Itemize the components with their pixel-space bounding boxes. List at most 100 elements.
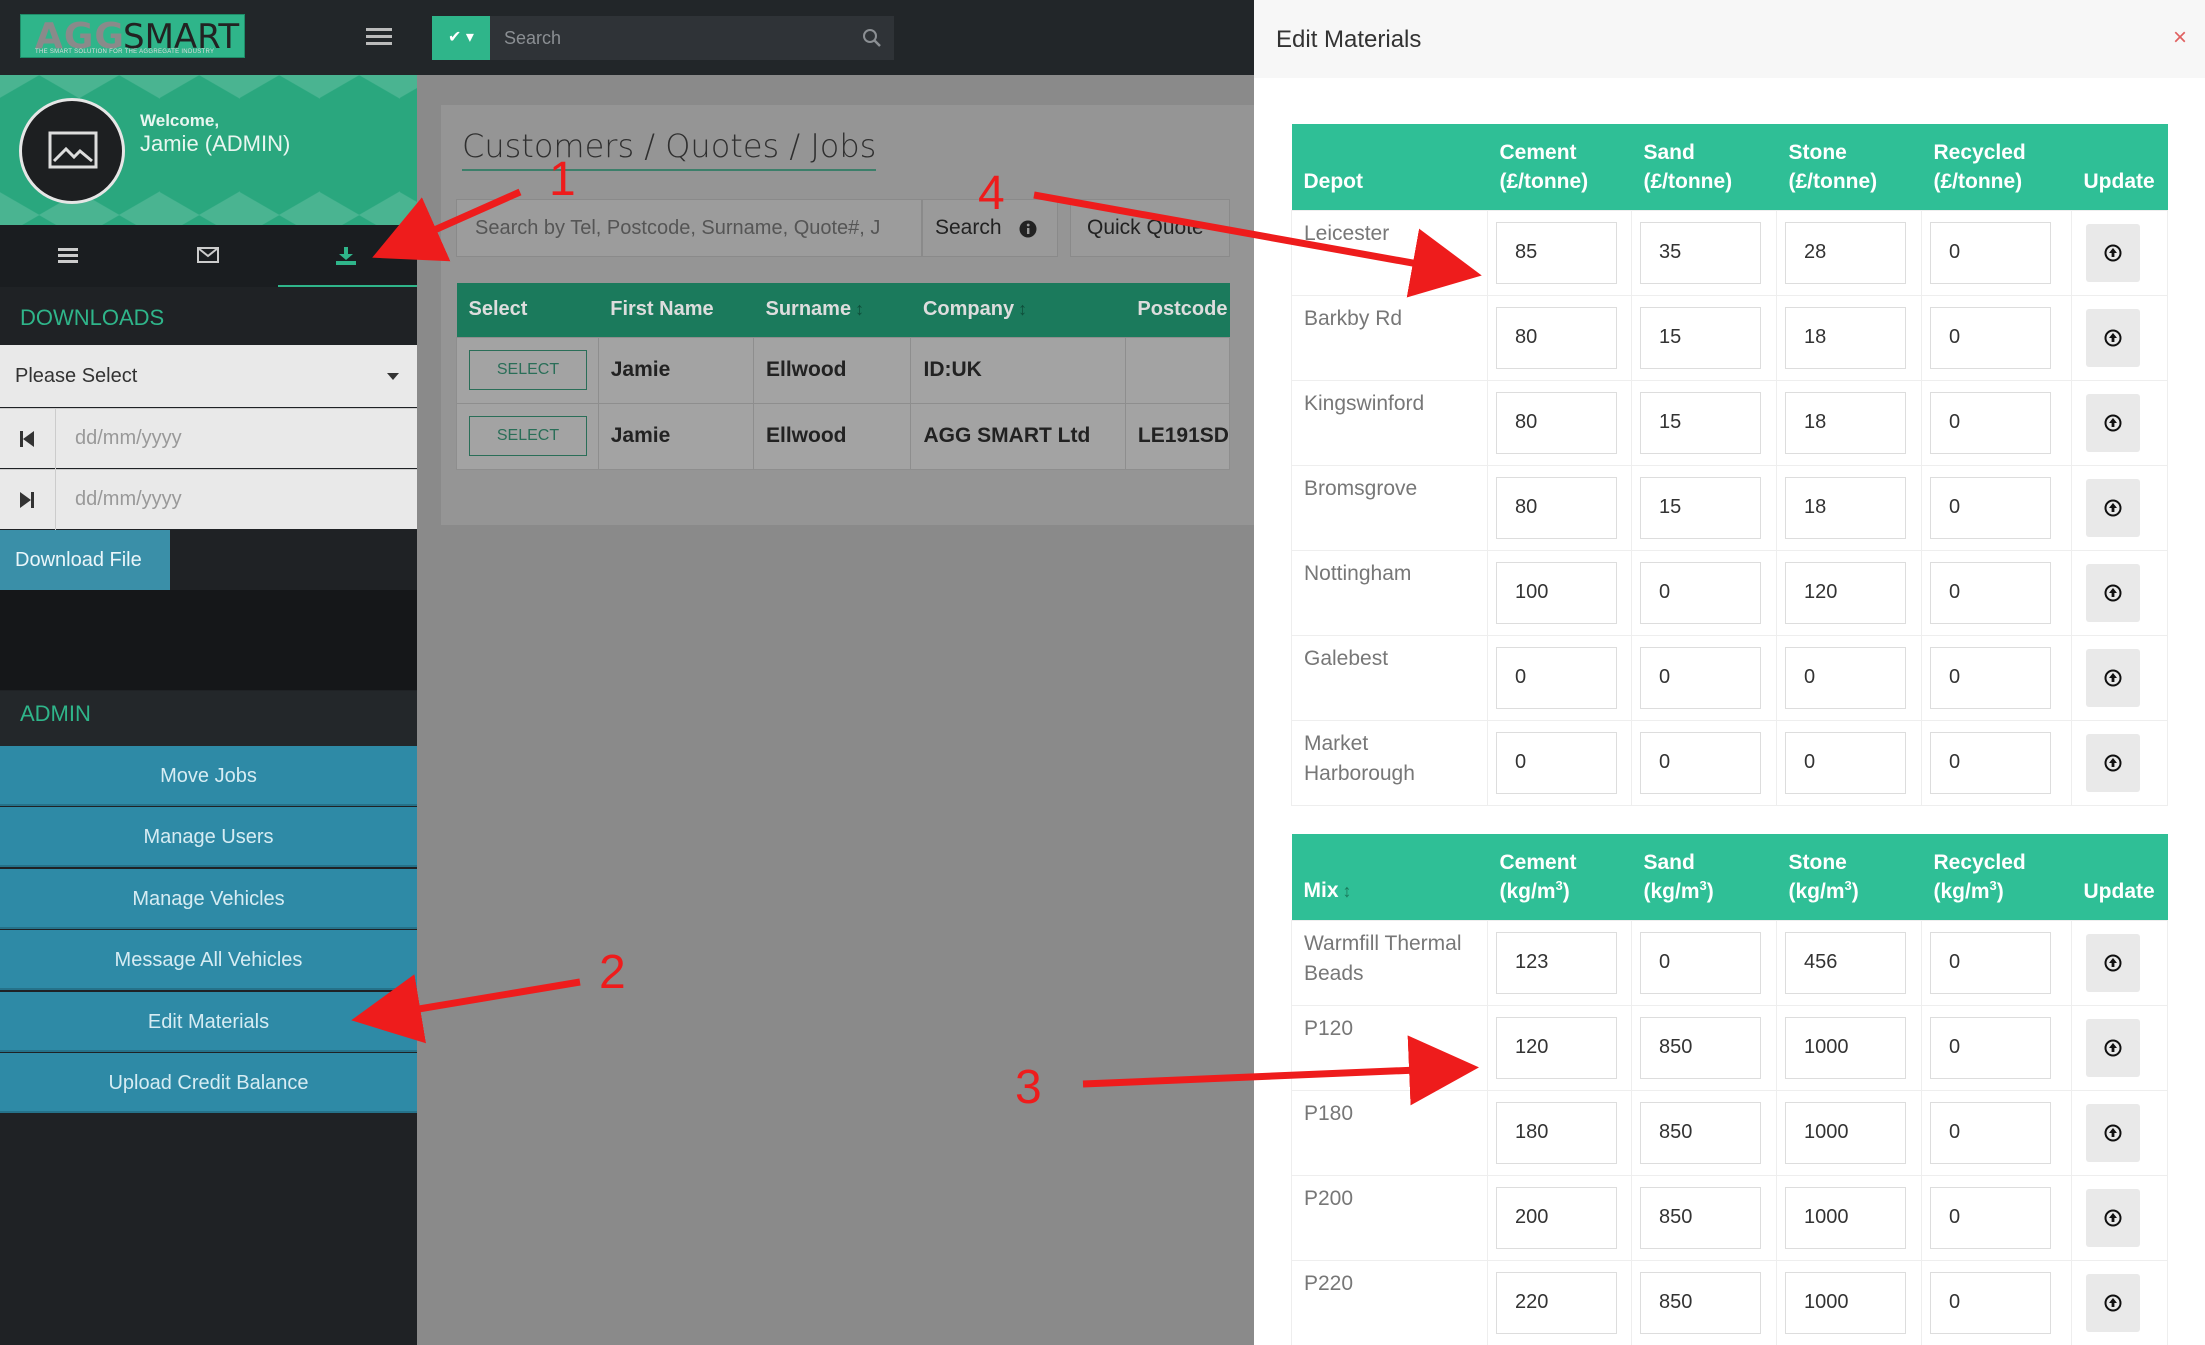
date-to-row: [0, 469, 417, 530]
recycled-input[interactable]: [1930, 731, 2051, 794]
stone-input[interactable]: [1785, 221, 1906, 284]
update-button[interactable]: [2086, 648, 2140, 707]
recycled-input[interactable]: [1930, 1101, 2051, 1164]
date-from-input[interactable]: [57, 409, 417, 467]
recycled-input[interactable]: [1930, 1186, 2051, 1249]
table-row[interactable]: SELECT Jamie Ellwood ID:UK: [456, 336, 1231, 404]
stone-input[interactable]: [1785, 1186, 1906, 1249]
sand-input[interactable]: [1640, 931, 1761, 994]
recycled-input[interactable]: [1930, 561, 2051, 624]
update-button[interactable]: [2086, 933, 2140, 992]
col-mix[interactable]: Mix ↕: [1291, 834, 1488, 920]
cement-input[interactable]: [1496, 306, 1617, 369]
sand-input[interactable]: [1640, 306, 1761, 369]
recycled-input[interactable]: [1930, 306, 2051, 369]
update-button[interactable]: [2086, 733, 2140, 792]
manage-vehicles-button[interactable]: Manage Vehicles: [0, 869, 417, 929]
cement-input[interactable]: [1496, 1016, 1617, 1079]
cell-company: ID:UK: [910, 336, 1126, 404]
sand-input[interactable]: [1640, 391, 1761, 454]
cement-input[interactable]: [1496, 476, 1617, 539]
sand-input[interactable]: [1640, 646, 1761, 709]
customer-search-input[interactable]: [456, 199, 922, 257]
stone-input[interactable]: [1785, 1271, 1906, 1334]
update-button[interactable]: [2086, 223, 2140, 282]
edit-materials-button[interactable]: Edit Materials: [0, 992, 417, 1052]
tab-menu[interactable]: [0, 225, 139, 287]
stone-input[interactable]: [1785, 306, 1906, 369]
col-company[interactable]: Company ↕: [910, 283, 1126, 337]
update-button[interactable]: [2086, 478, 2140, 537]
recycled-input[interactable]: [1930, 221, 2051, 284]
sand-input[interactable]: [1640, 1016, 1761, 1079]
download-type-select[interactable]: Please Select: [0, 345, 417, 407]
sand-input[interactable]: [1640, 1101, 1761, 1164]
menu-icon: [58, 248, 78, 263]
col-first-name[interactable]: First Name: [598, 283, 754, 337]
select-button[interactable]: SELECT: [469, 416, 587, 456]
cement-input[interactable]: [1496, 1271, 1617, 1334]
cement-input[interactable]: [1496, 931, 1617, 994]
update-button[interactable]: [2086, 1018, 2140, 1077]
update-button[interactable]: [2086, 393, 2140, 452]
sand-input[interactable]: [1640, 1186, 1761, 1249]
cement-input[interactable]: [1496, 391, 1617, 454]
global-search-input[interactable]: [490, 16, 894, 60]
sand-input[interactable]: [1640, 561, 1761, 624]
stone-input[interactable]: [1785, 646, 1906, 709]
sand-input[interactable]: [1640, 476, 1761, 539]
jobs-table: Select First Name Surname ↕ Company ↕ Post…: [456, 283, 1231, 470]
tab-messages[interactable]: [139, 225, 278, 287]
quick-quote-button[interactable]: Quick Quote: [1070, 199, 1230, 257]
cement-input[interactable]: [1496, 646, 1617, 709]
sand-input[interactable]: [1640, 731, 1761, 794]
table-row[interactable]: SELECT Jamie Ellwood AGG SMART Ltd LE191…: [456, 402, 1231, 470]
stone-input[interactable]: [1785, 561, 1906, 624]
manage-users-button[interactable]: Manage Users: [0, 807, 417, 867]
table-row: P120: [1291, 1004, 2168, 1091]
update-button[interactable]: [2086, 563, 2140, 622]
recycled-input[interactable]: [1930, 1016, 2051, 1079]
menu-toggle-icon[interactable]: [366, 28, 392, 48]
recycled-input[interactable]: [1930, 931, 2051, 994]
stone-input[interactable]: [1785, 1101, 1906, 1164]
stone-input[interactable]: [1785, 931, 1906, 994]
update-button[interactable]: [2086, 1103, 2140, 1162]
row-name: Bromsgrove: [1291, 464, 1488, 551]
cement-input[interactable]: [1496, 221, 1617, 284]
recycled-input[interactable]: [1930, 1271, 2051, 1334]
move-jobs-button[interactable]: Move Jobs: [0, 746, 417, 806]
row-name: Nottingham: [1291, 549, 1488, 636]
stone-input[interactable]: [1785, 476, 1906, 539]
stone-input[interactable]: [1785, 391, 1906, 454]
col-stone: Stone (£/tonne): [1776, 124, 1922, 210]
cement-input[interactable]: [1496, 561, 1617, 624]
stone-input[interactable]: [1785, 1016, 1906, 1079]
cement-input[interactable]: [1496, 1101, 1617, 1164]
close-icon[interactable]: ×: [2173, 24, 2187, 52]
recycled-input[interactable]: [1930, 646, 2051, 709]
stone-input[interactable]: [1785, 731, 1906, 794]
download-file-button[interactable]: Download File: [0, 530, 170, 590]
search-check-dropdown-icon[interactable]: ✔ ▾: [432, 16, 490, 60]
avatar[interactable]: [19, 98, 125, 204]
update-button[interactable]: [2086, 1273, 2140, 1332]
col-surname[interactable]: Surname ↕: [753, 283, 911, 337]
update-button[interactable]: [2086, 1188, 2140, 1247]
cement-input[interactable]: [1496, 1186, 1617, 1249]
date-to-input[interactable]: [57, 470, 417, 528]
upload-credit-balance-button[interactable]: Upload Credit Balance: [0, 1053, 417, 1113]
row-name: Kingswinford: [1291, 379, 1488, 466]
recycled-input[interactable]: [1930, 391, 2051, 454]
recycled-input[interactable]: [1930, 476, 2051, 539]
update-button[interactable]: [2086, 308, 2140, 367]
tab-downloads[interactable]: [278, 225, 417, 287]
logo[interactable]: AGG SMART THE SMART SOLUTION FOR THE AGG…: [20, 14, 245, 58]
sand-input[interactable]: [1640, 1271, 1761, 1334]
search-icon[interactable]: [862, 28, 882, 48]
col-postcode[interactable]: Postcode: [1125, 283, 1230, 337]
cement-input[interactable]: [1496, 731, 1617, 794]
sand-input[interactable]: [1640, 221, 1761, 284]
message-all-vehicles-button[interactable]: Message All Vehicles: [0, 930, 417, 990]
select-button[interactable]: SELECT: [469, 350, 587, 390]
